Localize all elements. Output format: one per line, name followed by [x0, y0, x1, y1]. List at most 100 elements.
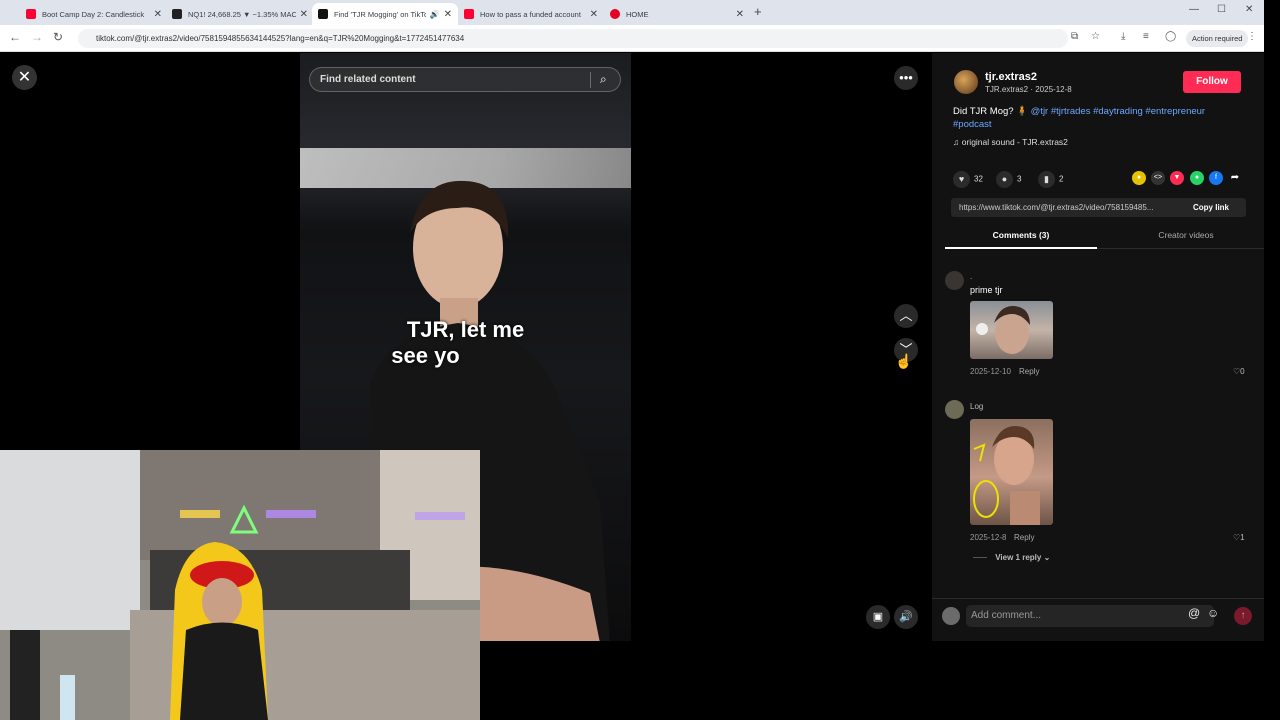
comment-image[interactable]: [970, 301, 1053, 359]
floating-player-button[interactable]: ▣: [866, 605, 890, 629]
comment-button[interactable]: ● 3: [996, 171, 1021, 188]
close-tab-icon[interactable]: ✕: [444, 9, 452, 20]
details-panel: tjr.extras2 TJR.extras2 · 2025-12-8 Foll…: [932, 53, 1264, 641]
close-tab-icon[interactable]: ✕: [590, 9, 598, 20]
bookmark-icon: ▮: [1038, 171, 1055, 188]
maximize-icon[interactable]: ☐: [1217, 4, 1226, 15]
browser-tab-tiktok[interactable]: Find 'TJR Mogging' on TikTo 🔊 ✕: [312, 3, 458, 25]
panel-tabs: Comments (3) Creator videos: [945, 221, 1264, 249]
forward-icon[interactable]: →: [31, 30, 43, 44]
comment-text: prime tjr: [970, 285, 1003, 295]
tab-title: How to pass a funded account: [480, 9, 581, 19]
emoji-icon[interactable]: ☺: [1207, 606, 1219, 620]
volume-icon[interactable]: 🔊: [894, 605, 918, 629]
comment-like-button[interactable]: ♡1: [1233, 533, 1245, 542]
window-close-icon[interactable]: ✕: [1245, 4, 1253, 15]
creator-handle-date: TJR.extras2 · 2025-12-8: [985, 85, 1072, 94]
hashtag-link[interactable]: #daytrading: [1093, 106, 1143, 117]
avatar: [942, 607, 960, 625]
minimize-icon[interactable]: —: [1189, 4, 1199, 15]
follow-button[interactable]: Follow: [1183, 71, 1241, 93]
bookmark-star-icon[interactable]: ☆: [1091, 31, 1100, 42]
address-bar-row: ← → ↻ tiktok.com/@tjr.extras2/video/7581…: [0, 25, 1264, 52]
download-icon[interactable]: ⤓: [1121, 31, 1125, 42]
post-comment-button[interactable]: ↑: [1234, 607, 1252, 625]
webcam-overlay: [0, 450, 480, 720]
view-replies-button[interactable]: View 1 reply ⌄: [973, 553, 1050, 562]
tab-comments[interactable]: Comments (3): [945, 221, 1097, 249]
tab-creator-videos[interactable]: Creator videos: [1110, 221, 1262, 249]
send-icon[interactable]: ▼: [1170, 171, 1184, 185]
comment-photo: [973, 425, 1040, 525]
close-tab-icon[interactable]: ✕: [154, 9, 162, 20]
media-icon[interactable]: ≡: [1143, 31, 1149, 42]
comment-like-button[interactable]: ♡0: [1233, 367, 1245, 376]
embed-icon[interactable]: <>: [1151, 171, 1165, 185]
profile-icon[interactable]: ◯: [1165, 31, 1176, 42]
search-icon[interactable]: ⌕: [600, 72, 607, 87]
action-required-button[interactable]: Action required: [1186, 30, 1249, 47]
comment-author[interactable]: .: [970, 272, 972, 281]
tab-title: Boot Camp Day 2: Candlestick: [42, 9, 145, 19]
browser-tab-home[interactable]: HOME ✕: [604, 3, 750, 25]
mouse-cursor-icon: ☝: [895, 353, 913, 369]
comment-input[interactable]: Add comment...: [966, 605, 1214, 627]
tiktok-icon: [318, 9, 328, 19]
reload-icon[interactable]: ↻: [53, 30, 63, 44]
comment-date: 2025-12-8: [970, 533, 1007, 542]
back-icon[interactable]: ←: [9, 30, 21, 44]
browser-tab-bootcamp[interactable]: Boot Camp Day 2: Candlestick ✕: [20, 3, 168, 25]
save-count: 2: [1059, 174, 1064, 184]
avatar[interactable]: [945, 271, 964, 290]
reply-button[interactable]: Reply: [1014, 533, 1034, 542]
hashtag-link[interactable]: #tjrtrades: [1051, 106, 1091, 117]
copy-link-button[interactable]: Copy link: [1193, 198, 1229, 217]
creator-username[interactable]: tjr.extras2: [985, 71, 1037, 83]
comment-item: Log 2025-12-8 Reply ♡1: [945, 400, 1245, 550]
comment-date: 2025-12-10: [970, 367, 1011, 376]
share-link-url[interactable]: https://www.tiktok.com/@tjr.extras2/vide…: [959, 198, 1184, 217]
hashtag-link[interactable]: #entrepreneur: [1145, 106, 1205, 117]
more-options-button[interactable]: •••: [894, 66, 918, 90]
divider: [590, 72, 591, 88]
like-button[interactable]: ♥ 32: [953, 171, 983, 188]
post-description: Did TJR Mog? 🧍 @tjr #tjrtrades #daytradi…: [953, 105, 1243, 131]
sound-link[interactable]: ♫ original sound - TJR.extras2: [953, 137, 1068, 147]
search-related-input[interactable]: Find related content ⌕: [309, 67, 621, 92]
hashtag-link[interactable]: @tjr: [1031, 106, 1049, 117]
comment-item: . prime tjr 2025-12-10 Reply ♡0: [945, 271, 1245, 381]
url-field[interactable]: tiktok.com/@tjr.extras2/video/7581594855…: [78, 29, 1068, 48]
comment-like-count: 0: [1240, 367, 1245, 376]
avatar[interactable]: [954, 70, 978, 94]
close-video-button[interactable]: ✕: [12, 65, 37, 90]
tab-title: Find 'TJR Mogging' on TikTo: [334, 9, 426, 19]
coin-share-icon[interactable]: ●: [1132, 171, 1146, 185]
share-arrow-icon[interactable]: ➦: [1228, 171, 1242, 185]
comment-icon: ●: [996, 171, 1013, 188]
menu-kebab-icon[interactable]: ⋮: [1247, 31, 1257, 42]
browser-tab-nq[interactable]: NQ1! 24,668.25 ▼ −1.35% MAC ✕: [166, 3, 314, 25]
youtube-icon: [464, 9, 474, 19]
avatar[interactable]: [945, 400, 964, 419]
comment-composer: Add comment... @ ☺ ↑: [932, 598, 1264, 641]
speaker-icon[interactable]: 🔊: [430, 10, 440, 19]
whatsapp-icon[interactable]: ●: [1190, 171, 1204, 185]
close-tab-icon[interactable]: ✕: [736, 9, 744, 20]
mention-icon[interactable]: @: [1188, 606, 1200, 620]
new-tab-button[interactable]: +: [754, 4, 762, 19]
facebook-icon[interactable]: f: [1209, 171, 1223, 185]
comment-author[interactable]: Log: [970, 402, 983, 411]
reply-button[interactable]: Reply: [1019, 367, 1039, 376]
tab-title: HOME: [626, 9, 649, 19]
install-icon[interactable]: ⧉: [1071, 31, 1078, 42]
hashtag-link[interactable]: #podcast: [953, 119, 992, 130]
save-button[interactable]: ▮ 2: [1038, 171, 1063, 188]
close-tab-icon[interactable]: ✕: [300, 9, 308, 20]
share-link-box: https://www.tiktok.com/@tjr.extras2/vide…: [951, 198, 1246, 217]
comment-image[interactable]: [970, 419, 1053, 525]
comment-like-count: 1: [1240, 533, 1245, 542]
browser-tab-funded[interactable]: How to pass a funded account ✕: [458, 3, 604, 25]
previous-video-button[interactable]: ︿: [894, 304, 918, 328]
view-replies-label: View 1 reply: [995, 553, 1042, 562]
comment-placeholder: Add comment...: [971, 610, 1042, 621]
